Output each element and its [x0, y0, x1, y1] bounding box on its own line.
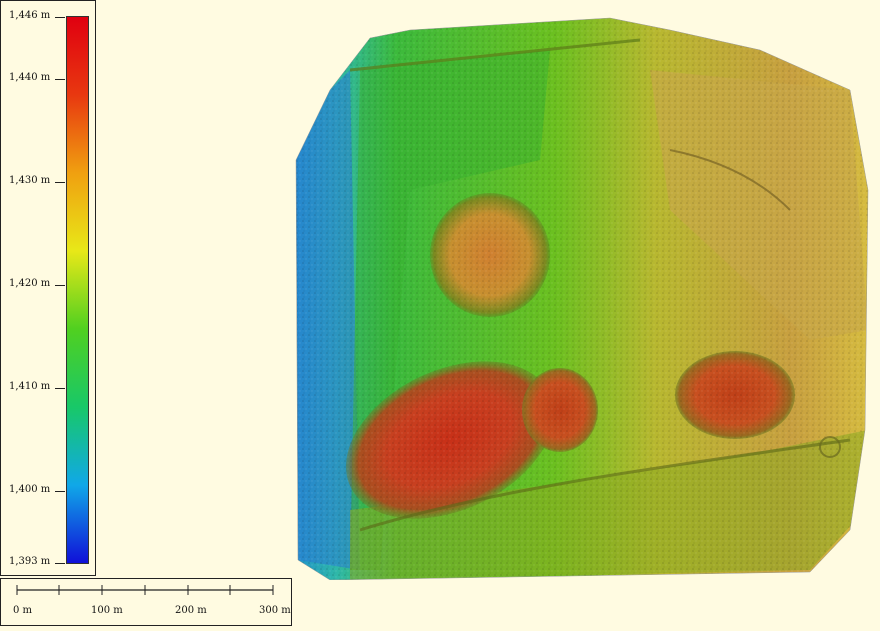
- legend-tick-label: 1,400 m: [9, 483, 51, 495]
- scale-bar-graphic: [16, 585, 274, 595]
- legend-tick-mark: [55, 181, 65, 183]
- legend-tick-mark: [55, 17, 65, 18]
- elevation-map: [295, 17, 869, 580]
- legend-tick-label: 1,420 m: [9, 277, 51, 289]
- legend-tick-mark: [55, 284, 65, 286]
- legend-tick-label: 1,410 m: [9, 380, 51, 392]
- legend-tick-label: 1,440 m: [9, 71, 51, 83]
- elevation-legend: 1,446 m 1,440 m 1,430 m 1,420 m 1,410 m 1,400…: [0, 0, 96, 576]
- legend-tick-mark: [55, 387, 65, 389]
- legend-tick-label: 1,393 m: [9, 556, 51, 567]
- scale-label-300: 300 m: [259, 605, 291, 616]
- legend-tick-mark: [55, 78, 65, 80]
- legend-tick-label: 1,430 m: [9, 174, 51, 186]
- scale-label-0: 0 m: [13, 605, 33, 616]
- legend-tick-label: 1,446 m: [9, 10, 51, 21]
- legend-tick-mark: [55, 563, 65, 564]
- scale-bar: 0 m 100 m 200 m 300 m: [0, 578, 292, 626]
- elevation-color-bar: [66, 16, 89, 564]
- scale-label-100: 100 m: [91, 605, 123, 616]
- scale-label-200: 200 m: [175, 605, 207, 616]
- legend-tick-mark: [55, 490, 65, 492]
